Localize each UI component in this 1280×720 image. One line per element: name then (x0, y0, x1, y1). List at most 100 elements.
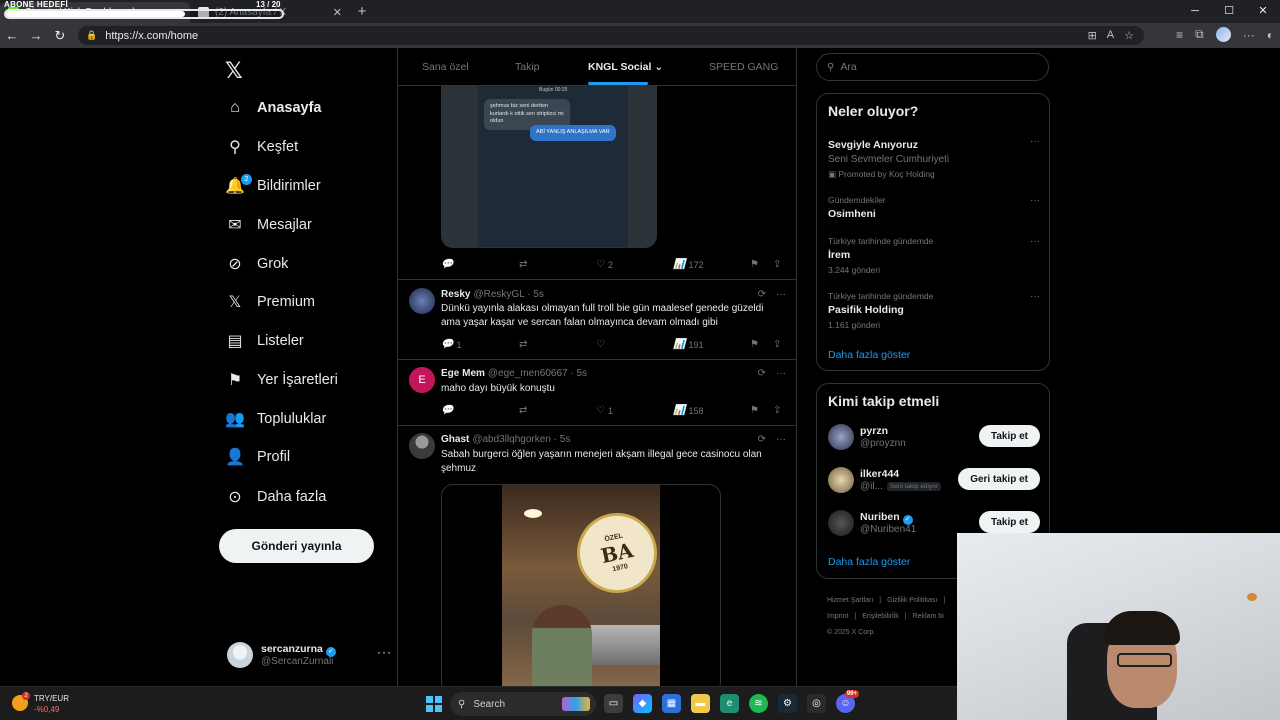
sidebar-item-mail[interactable]: ✉ Mesajlar (226, 212, 312, 238)
edge-icon[interactable]: e (720, 694, 739, 713)
tab-speed-gang[interactable]: SPEED GANG (709, 61, 778, 73)
github-desktop-icon[interactable]: ◎ (807, 694, 826, 713)
grok-icon[interactable]: ⟳ (758, 434, 766, 445)
grok-icon[interactable]: ⟳ (758, 289, 766, 300)
views-button[interactable]: 📊 172 (673, 259, 703, 270)
follow-button[interactable]: Takip et (978, 425, 1040, 447)
sidebar-item-grok[interactable]: ⊘ Grok (226, 251, 288, 277)
close-window-button[interactable]: ✕ (1246, 0, 1280, 23)
trend-item[interactable]: Sevgiyle Anıyoruz Seni Sevmeler Cumhuriy… (828, 136, 1040, 180)
discord-icon[interactable]: ☺ 99+ (836, 690, 859, 713)
like-button[interactable]: ♡ (596, 339, 605, 350)
sidebar-item-more-circle[interactable]: ⊙ Daha fazla (226, 484, 326, 510)
trend-more-icon[interactable]: ··· (1030, 195, 1040, 206)
tweet-author[interactable]: Ghast (441, 434, 469, 445)
browser-menu-icon[interactable]: ··· (1243, 28, 1255, 42)
copilot-icon[interactable]: ◐ (1267, 28, 1274, 42)
sidebar-item-x[interactable]: 𝕏 Premium (226, 289, 315, 315)
sidebar-item-communities[interactable]: 👥 Topluluklar (225, 406, 326, 432)
like-button[interactable]: ♡ 2 (596, 259, 613, 270)
retweet-button[interactable]: ⇄ (519, 405, 527, 416)
new-tab-button[interactable]: + (350, 2, 374, 23)
share-button[interactable]: ⇪ (773, 259, 781, 270)
retweet-button[interactable]: ⇄ (519, 339, 527, 350)
tweet-author[interactable]: Ege Mem (441, 368, 485, 379)
footer-link[interactable]: Gizlilik Politikası (887, 597, 937, 604)
follow-back-button[interactable]: Geri takip et (958, 468, 1040, 490)
more-icon[interactable]: ··· (776, 289, 786, 300)
browser-profile-avatar[interactable] (1215, 27, 1231, 42)
tab-kngl-social[interactable]: KNGL Social ⌄ (588, 61, 663, 73)
avatar[interactable]: E (409, 367, 435, 393)
bookmark-button[interactable]: ⚑ (751, 259, 759, 270)
tab-following[interactable]: Takip (515, 61, 540, 73)
share-button[interactable]: ⇪ (773, 339, 781, 350)
trend-more-icon[interactable]: ··· (1030, 236, 1040, 247)
follow-button[interactable]: Takip et (978, 511, 1040, 533)
favorite-star-icon[interactable]: ☆ (1124, 29, 1134, 42)
grok-icon[interactable]: ⟳ (758, 368, 766, 379)
taskbar-search[interactable]: ⚲ Search (450, 692, 596, 716)
tweet-media-image[interactable]: Bugün 00:35 şehmus biz seni dertten kurt… (441, 85, 657, 248)
sidebar-item-list[interactable]: ▤ Listeler (226, 328, 303, 354)
avatar[interactable] (409, 433, 435, 459)
avatar[interactable] (409, 288, 435, 314)
sidebar-item-bell[interactable]: 🔔 2 Bildirimler (225, 173, 321, 199)
windows-start-icon[interactable] (426, 696, 442, 712)
spotify-icon[interactable]: ≋ (749, 694, 768, 713)
forward-icon[interactable]: → (24, 28, 48, 43)
task-view-icon[interactable]: ▭ (604, 694, 623, 713)
follow-suggestion[interactable]: ilker444 @il... Seni takip ediyor Geri ta… (828, 467, 1040, 497)
reply-button[interactable]: 💬 (441, 259, 453, 270)
share-button[interactable]: ⇪ (773, 405, 781, 416)
like-button[interactable]: ♡ 1 (596, 405, 613, 416)
sidebar-item-home[interactable]: ⌂ Anasayfa (226, 95, 321, 121)
address-bar[interactable]: 🔒 https://x.com/home ⊞ A ☆ (78, 26, 1144, 45)
post-button[interactable]: Gönderi yayınla (219, 529, 374, 563)
footer-link[interactable]: Imprint (827, 613, 848, 620)
trend-item[interactable]: Gündemdekiler Osimheni ··· (828, 195, 1040, 220)
sidebar-item-bookmark[interactable]: ⚑ Yer İşaretleri (226, 367, 338, 393)
trend-more-icon[interactable]: ··· (1030, 291, 1040, 302)
x-logo-icon[interactable]: 𝕏 (225, 58, 243, 84)
apps-icon[interactable]: ⊞ (1088, 29, 1097, 42)
account-switcher[interactable]: sercanzurna ✓ @SercanZurnali ··· (227, 640, 391, 670)
account-more-icon[interactable]: ··· (377, 645, 392, 659)
maximize-button[interactable]: ☐ (1212, 0, 1246, 23)
reload-icon[interactable]: ↻ (48, 28, 72, 44)
footer-link[interactable]: Erişilebilirlik (862, 613, 899, 620)
read-aloud-icon[interactable]: A (1107, 29, 1114, 42)
close-tab-icon[interactable]: ✕ (333, 6, 342, 19)
search-input[interactable] (840, 61, 1021, 73)
show-more-link[interactable]: Daha fazla göster (828, 349, 910, 361)
tweet-media-image[interactable]: ÖZEL BA 1970 (441, 484, 721, 686)
bookmark-button[interactable]: ⚑ (751, 339, 759, 350)
show-more-link[interactable]: Daha fazla göster (828, 556, 910, 568)
store-icon[interactable]: ▦ (662, 694, 681, 713)
footer-link[interactable]: Reklam bi (913, 613, 944, 620)
collections-icon[interactable]: ⧉ (1195, 27, 1204, 42)
sidebar-item-search[interactable]: ⚲ Keşfet (226, 134, 298, 160)
trend-item[interactable]: Türkiye tarihinde gündemde İrem 3.244 gö… (828, 236, 1040, 275)
views-button[interactable]: 📊 191 (673, 339, 703, 350)
more-icon[interactable]: ··· (776, 368, 786, 379)
more-icon[interactable]: ··· (776, 434, 786, 445)
retweet-button[interactable]: ⇄ (519, 259, 527, 270)
file-explorer-icon[interactable]: ▬ (691, 694, 710, 713)
back-icon[interactable]: ← (0, 28, 24, 43)
steam-icon[interactable]: ⚙ (778, 694, 797, 713)
sidebar-item-profile[interactable]: 👤 Profil (225, 444, 290, 470)
footer-link[interactable]: Hizmet Şartları (827, 597, 873, 604)
site-info-icon[interactable]: 🔒 (86, 30, 97, 41)
tweet-author[interactable]: Resky (441, 289, 470, 300)
search-box[interactable]: ⚲ (816, 53, 1049, 81)
bookmark-button[interactable]: ⚑ (751, 405, 759, 416)
reply-button[interactable]: 💬 (441, 405, 453, 416)
reply-button[interactable]: 💬 1 (441, 339, 461, 350)
follow-suggestion[interactable]: pyrzn @proyznn Takip et (828, 424, 1040, 454)
views-button[interactable]: 📊 158 (673, 405, 703, 416)
minimize-button[interactable]: ─ (1178, 0, 1212, 23)
copilot-app-icon[interactable]: ◆ (633, 694, 652, 713)
tab-for-you[interactable]: Sana özel (422, 61, 469, 73)
trend-more-icon[interactable]: ··· (1030, 136, 1040, 147)
